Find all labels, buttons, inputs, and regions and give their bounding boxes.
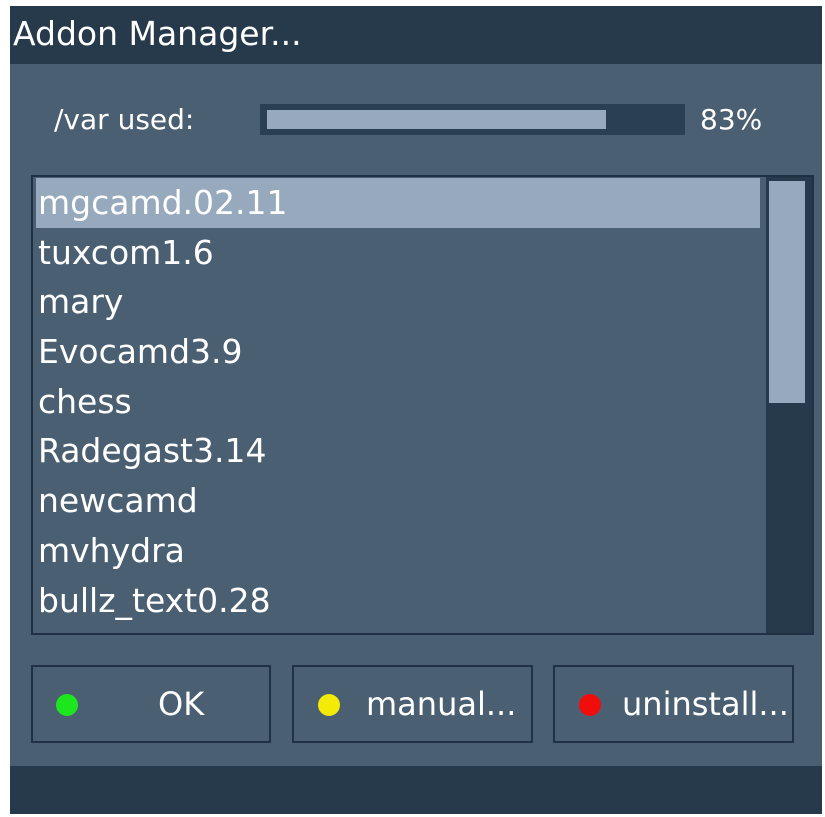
red-dot-icon xyxy=(579,694,601,716)
list-item[interactable]: mgcamd.02.11 xyxy=(36,178,760,228)
title-bar: Addon Manager... xyxy=(10,6,822,64)
list-item[interactable]: tuxcom1.6 xyxy=(36,228,760,278)
var-usage-progress-bar xyxy=(260,104,685,135)
window-title: Addon Manager... xyxy=(13,14,302,53)
addon-list[interactable]: mgcamd.02.11 tuxcom1.6 mary Evocamd3.9 c… xyxy=(31,175,814,635)
list-item[interactable]: Radegast3.14 xyxy=(36,426,760,476)
bottom-bar xyxy=(10,766,822,814)
list-item[interactable]: chess xyxy=(36,377,760,427)
yellow-dot-icon xyxy=(318,694,340,716)
list-item[interactable]: mary xyxy=(36,277,760,327)
list-item[interactable]: newcamd xyxy=(36,476,760,526)
list-item[interactable]: bullz_text0.28 xyxy=(36,576,760,626)
uninstall-button[interactable]: uninstall... xyxy=(553,665,794,743)
list-scrollbar-thumb[interactable] xyxy=(769,181,805,403)
list-item[interactable]: Evocamd3.9 xyxy=(36,327,760,377)
var-usage-label: /var used: xyxy=(54,103,195,136)
ok-button[interactable]: OK xyxy=(31,665,271,743)
list-scrollbar[interactable] xyxy=(766,177,812,633)
var-usage-percent: 83% xyxy=(700,103,763,136)
addon-manager-window: Addon Manager... /var used: 83% mgcamd.0… xyxy=(10,6,822,814)
var-usage-progress-fill xyxy=(267,110,606,129)
manual-button-label: manual... xyxy=(366,685,517,723)
manual-button[interactable]: manual... xyxy=(292,665,533,743)
ok-button-label: OK xyxy=(158,685,205,723)
uninstall-button-label: uninstall... xyxy=(622,685,789,723)
addon-list-items: mgcamd.02.11 tuxcom1.6 mary Evocamd3.9 c… xyxy=(36,178,760,625)
green-dot-icon xyxy=(56,694,78,716)
list-item[interactable]: mvhydra xyxy=(36,526,760,576)
